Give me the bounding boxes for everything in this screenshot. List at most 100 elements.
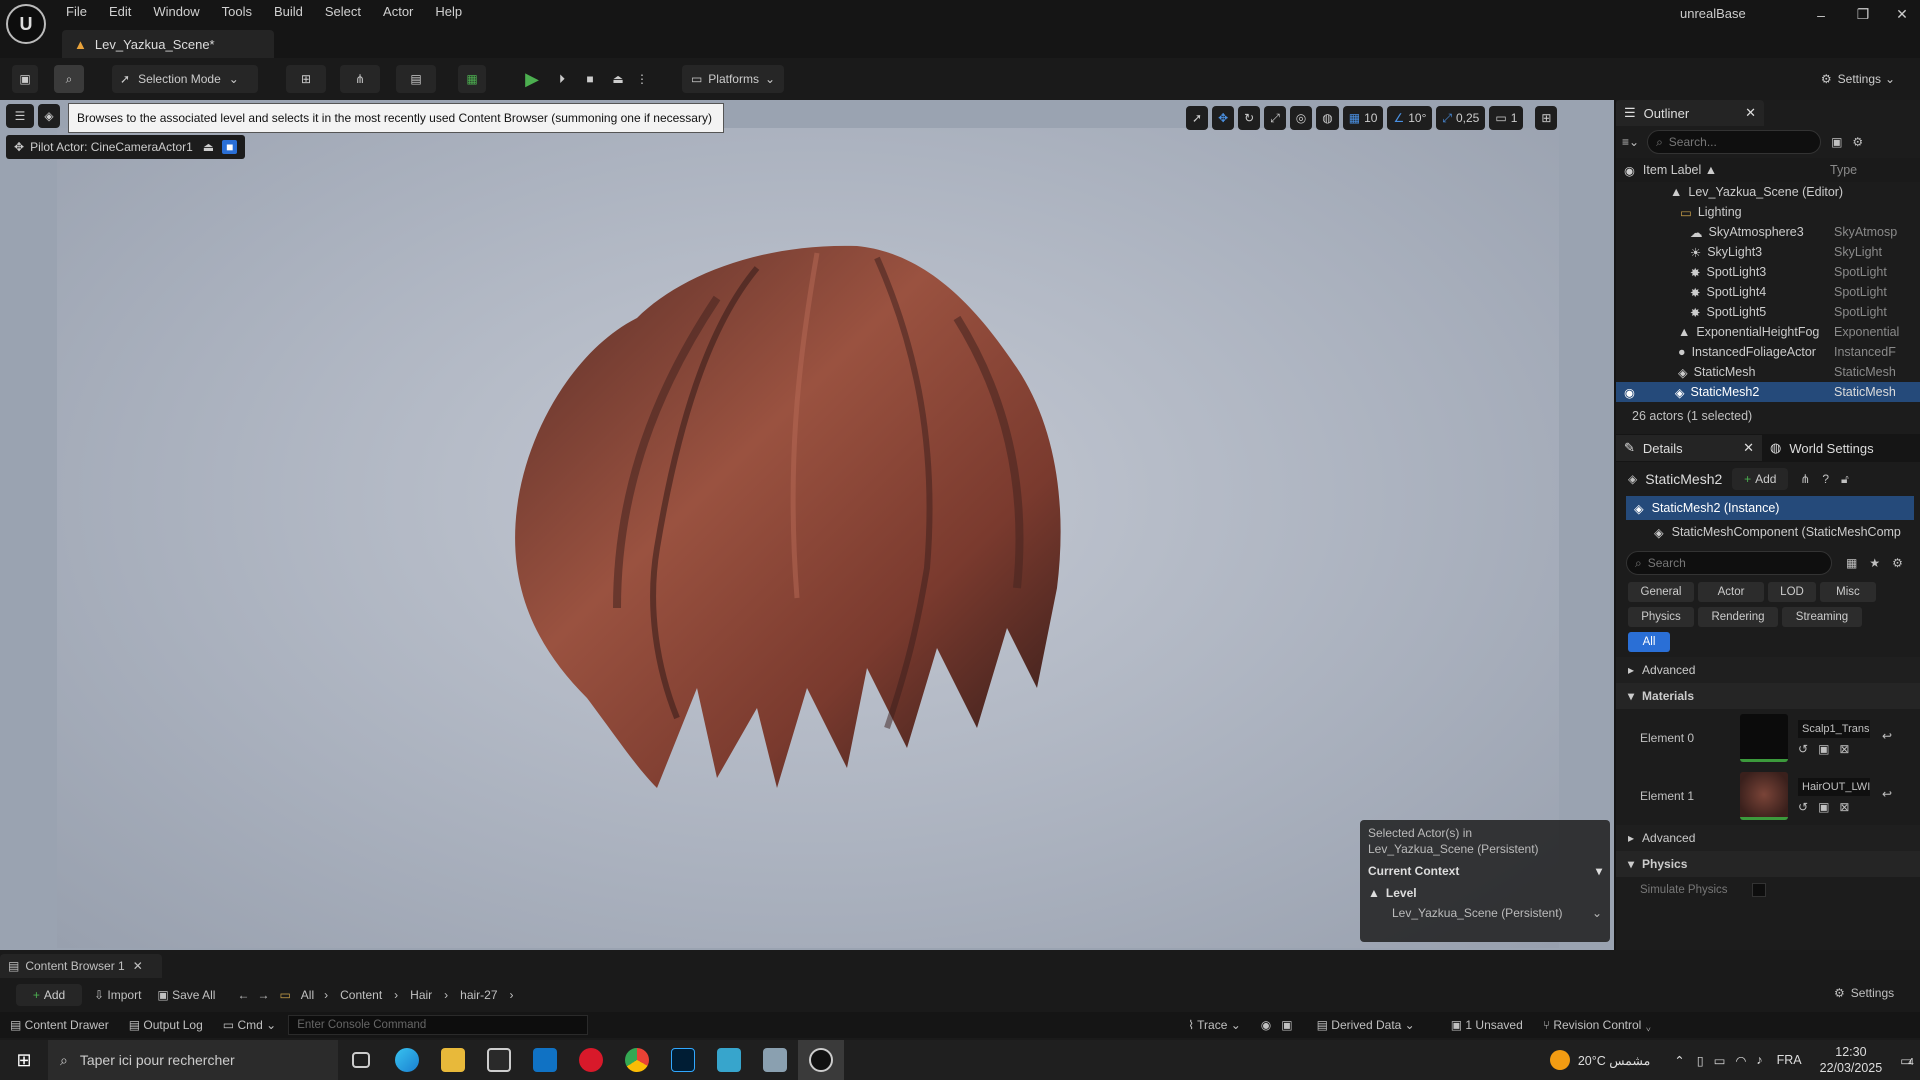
menu-window[interactable]: Window (153, 4, 199, 19)
list-item[interactable]: ☀ SkyLight3 SkyLight (1616, 242, 1920, 262)
filter-lod[interactable]: LOD (1768, 582, 1816, 602)
menu-edit[interactable]: Edit (109, 4, 131, 19)
windows-start-icon[interactable]: ⊞ (0, 1040, 48, 1080)
use-selected-icon[interactable]: ↺ (1798, 800, 1808, 814)
layout-icon[interactable]: ⊞ (1535, 106, 1558, 130)
battery-icon[interactable]: ▭ (1714, 1053, 1726, 1068)
details-tab[interactable]: ✎ Details ✕ (1616, 435, 1762, 461)
browse-icon[interactable]: ▣ (1818, 742, 1829, 756)
screenshot-icon[interactable]: ▣ (1281, 1018, 1292, 1032)
close-icon[interactable]: ✕ (1743, 440, 1754, 456)
settings-button[interactable]: ⚙ Settings ⌄ (1810, 65, 1906, 93)
materials-section[interactable]: ▾ Materials (1616, 683, 1920, 709)
taskbar-search[interactable]: ⌕ Taper ici pour rechercher (48, 1040, 338, 1080)
advanced-section-2[interactable]: ▸ Advanced (1616, 825, 1920, 851)
filter-icon[interactable]: ≡⌄ (1622, 135, 1639, 149)
selection-mode-dropdown[interactable]: ➚ Selection Mode ⌄ (112, 65, 258, 93)
scale-snap-button[interactable]: ⤢ 0,25 (1436, 106, 1486, 130)
chrome-icon[interactable] (614, 1040, 660, 1080)
visibility-icon[interactable]: ◉ (1624, 163, 1635, 178)
details-search[interactable]: ⌕ Search (1626, 551, 1832, 575)
list-item[interactable]: ✸ SpotLight3 SpotLight (1616, 262, 1920, 282)
advanced-section[interactable]: ▸ Advanced (1616, 657, 1920, 683)
element1-material[interactable]: HairOUT_LWI (1798, 778, 1870, 796)
world-local-icon[interactable]: ◎ (1289, 106, 1313, 130)
play-icon[interactable]: ▶ (518, 65, 546, 93)
rotate-tool-icon[interactable]: ↻ (1238, 106, 1261, 130)
camera-speed-button[interactable]: ▭ 1 (1489, 106, 1524, 130)
table-view-icon[interactable]: ▦ (1846, 556, 1857, 570)
trace-dropdown[interactable]: ⌇ Trace ⌄ (1188, 1018, 1241, 1032)
revert-icon[interactable]: ↩ (1882, 787, 1892, 801)
eject-icon[interactable]: ⏏ (604, 65, 632, 93)
derived-data-dropdown[interactable]: ▤ Derived Data ⌄ (1317, 1018, 1415, 1032)
unsaved-button[interactable]: ▣ 1 Unsaved (1451, 1018, 1523, 1032)
help-icon[interactable]: ? (1822, 472, 1829, 486)
unreal-taskbar-icon[interactable] (798, 1040, 844, 1080)
filter-misc[interactable]: Misc (1820, 582, 1876, 602)
breadcrumb-hair[interactable]: Hair (410, 988, 432, 1002)
use-selected-icon[interactable]: ↺ (1798, 742, 1808, 756)
filter-actor[interactable]: Actor (1698, 582, 1764, 602)
hamburger-icon[interactable]: ☰ (6, 104, 34, 128)
list-item[interactable]: ☁ SkyAtmosphere3 SkyAtmosp (1616, 222, 1920, 242)
edge-icon[interactable] (384, 1040, 430, 1080)
filter-rendering[interactable]: Rendering (1698, 607, 1778, 627)
save-all-button[interactable]: ▣ Save All (157, 988, 215, 1002)
surface-snap-icon[interactable]: ◍ (1316, 106, 1339, 130)
list-item[interactable]: ● InstancedFoliageActor InstancedF (1616, 342, 1920, 362)
maya-icon[interactable] (706, 1040, 752, 1080)
content-drawer-button[interactable]: ▤ Content Drawer (10, 1018, 109, 1032)
list-item[interactable]: ▭ Lighting (1616, 202, 1920, 222)
menu-help[interactable]: Help (435, 4, 462, 19)
eject-pilot-icon[interactable]: ⏏ (203, 140, 214, 154)
star-icon[interactable]: ★ (1869, 556, 1880, 570)
add-component-button[interactable]: + Add (1732, 468, 1789, 490)
lock-icon[interactable]: 🔓︎ (1841, 472, 1849, 487)
mode-icon[interactable]: ▦ (458, 65, 486, 93)
material-thumbnail[interactable] (1740, 772, 1788, 820)
menu-tools[interactable]: Tools (222, 4, 252, 19)
step-icon[interactable]: ⏵ (548, 65, 576, 93)
device-icon[interactable]: ▯ (1697, 1053, 1704, 1068)
store-icon[interactable] (476, 1040, 522, 1080)
add-button[interactable]: + Add (16, 984, 82, 1006)
revision-control-dropdown[interactable]: ⑂ Revision Control ⌄ (1543, 1018, 1652, 1032)
rotation-snap-button[interactable]: ∠ 10° (1387, 106, 1433, 130)
add-actor-icon[interactable]: ⊞ (286, 65, 326, 93)
list-item[interactable]: ✸ SpotLight5 SpotLight (1616, 302, 1920, 322)
reset-icon[interactable]: ⊠ (1839, 742, 1849, 756)
gear-icon[interactable]: ⚙ (1892, 556, 1903, 570)
notepad-icon[interactable] (752, 1040, 798, 1080)
physics-section[interactable]: ▾ Physics (1616, 851, 1920, 877)
list-item[interactable]: ▲ Lev_Yazkua_Scene (Editor) (1616, 182, 1920, 202)
cmd-dropdown[interactable]: ▭ Cmd ⌄ (223, 1018, 276, 1032)
volume-icon[interactable]: ♪ (1756, 1053, 1762, 1067)
blueprint-icon[interactable]: ⋔ (1800, 472, 1810, 486)
instance-row[interactable]: ◈ StaticMesh2 (Instance) (1626, 496, 1914, 520)
level-tab[interactable]: ▲ Lev_Yazkua_Scene* (62, 30, 274, 58)
browse-level-icon[interactable]: ⌕ (54, 65, 84, 93)
close-icon[interactable]: ✕ (133, 959, 143, 973)
stop-icon[interactable]: ■ (576, 65, 604, 93)
content-browser-tab[interactable]: ▤ Content Browser 1 ✕ (0, 954, 162, 978)
chevron-down-icon[interactable]: ▾ (1596, 864, 1602, 878)
simulate-physics-checkbox[interactable] (1752, 883, 1766, 897)
photoshop-icon[interactable] (660, 1040, 706, 1080)
viewport[interactable] (57, 128, 1559, 948)
console-input[interactable]: Enter Console Command (288, 1015, 589, 1035)
material-thumbnail[interactable] (1740, 714, 1788, 762)
world-settings-tab[interactable]: ◍ World Settings (1762, 435, 1912, 461)
minimize-icon[interactable]: – (1800, 7, 1842, 23)
close-icon[interactable]: ✕ (1745, 105, 1756, 121)
close-icon[interactable]: ✕ (1884, 6, 1920, 23)
record-icon[interactable]: ◉ (1261, 1018, 1271, 1032)
menu-file[interactable]: File (66, 4, 87, 19)
outliner-tab[interactable]: ☰ Outliner ✕ (1616, 100, 1764, 126)
filter-physics[interactable]: Physics (1628, 607, 1694, 627)
browse-icon[interactable]: ▣ (1818, 800, 1829, 814)
more-icon[interactable]: ⋮ (632, 65, 652, 93)
filter-all[interactable]: All (1628, 632, 1670, 652)
menu-select[interactable]: Select (325, 4, 361, 19)
save-icon[interactable]: ▣ (12, 65, 38, 93)
